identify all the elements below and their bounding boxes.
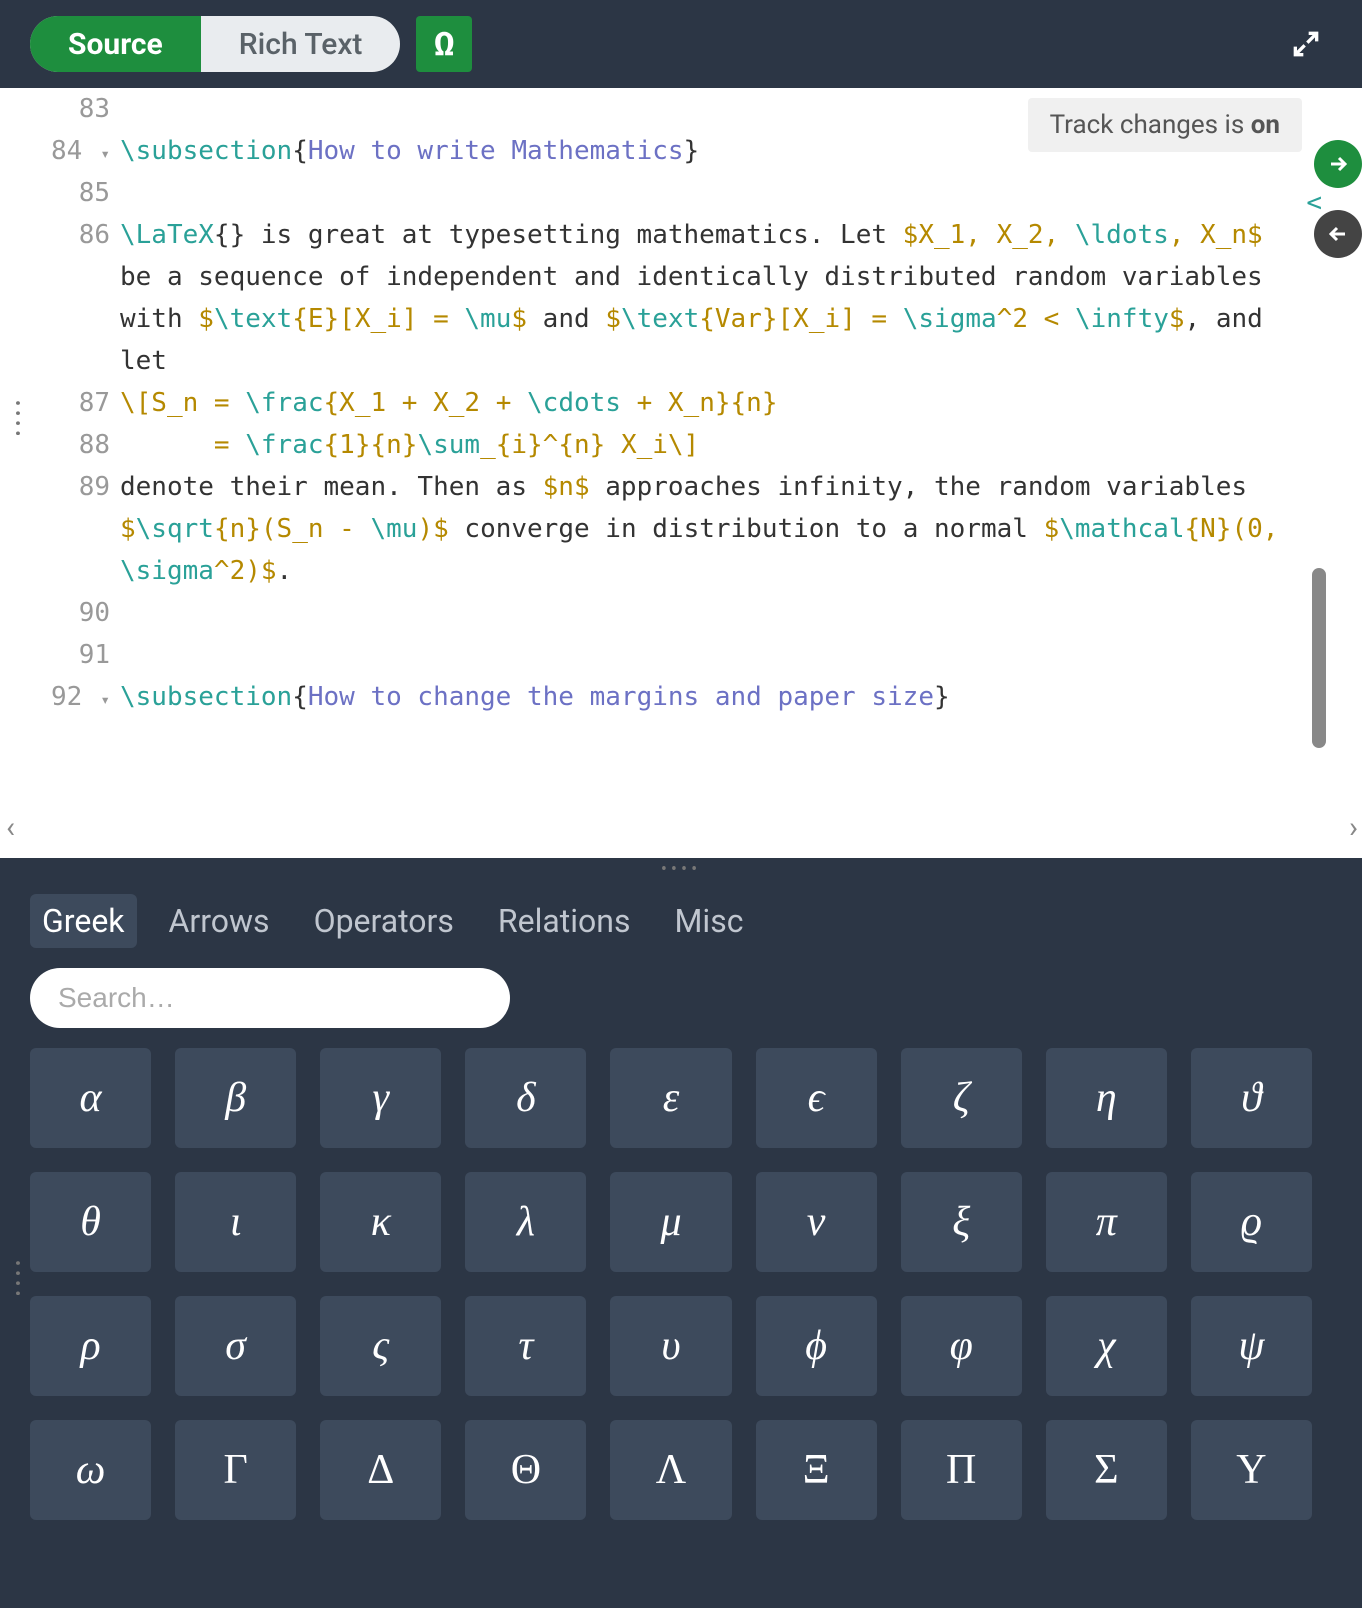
editor-toolbar: Source Rich Text Ω: [0, 0, 1362, 88]
symbol-η[interactable]: η: [1046, 1048, 1167, 1148]
symbol-φ[interactable]: φ: [901, 1296, 1022, 1396]
code-line[interactable]: [120, 634, 1302, 676]
symbol-ε[interactable]: ε: [610, 1048, 731, 1148]
line-number: 91: [0, 634, 110, 676]
symbol-grid: αβγδεϵζηϑ θικλμνξπϱ ρσςτυϕφχψ ωΓΔΘΛΞΠΣΥ: [30, 1048, 1332, 1520]
line-number: 83: [0, 88, 110, 130]
code-content[interactable]: \subsection{How to write Mathematics} \L…: [120, 88, 1362, 858]
line-number: 86: [0, 214, 110, 382]
code-editor[interactable]: 8384 ▾8586878889909192 ▾ \subsection{How…: [0, 88, 1362, 858]
symbol-β[interactable]: β: [175, 1048, 296, 1148]
next-change-icon[interactable]: [1314, 140, 1362, 188]
symbol-Π[interactable]: Π: [901, 1420, 1022, 1520]
code-line[interactable]: denote their mean. Then as $n$ approache…: [120, 466, 1302, 592]
vertical-drag-handle-icon[interactable]: ••••: [6, 400, 27, 440]
symbol-category-tabs: Greek Arrows Operators Relations Misc: [30, 880, 1332, 958]
prev-change-icon[interactable]: [1314, 210, 1362, 258]
symbol-ν[interactable]: ν: [756, 1172, 877, 1272]
symbol-δ[interactable]: δ: [465, 1048, 586, 1148]
symbol-ζ[interactable]: ζ: [901, 1048, 1022, 1148]
panel-collapse-left-icon[interactable]: ‹: [6, 810, 15, 845]
code-line[interactable]: \subsection{How to change the margins an…: [120, 676, 1302, 718]
symbol-Λ[interactable]: Λ: [610, 1420, 731, 1520]
symbol-ρ[interactable]: ρ: [30, 1296, 151, 1396]
symbol-π[interactable]: π: [1046, 1172, 1167, 1272]
symbol-σ[interactable]: σ: [175, 1296, 296, 1396]
symbol-ι[interactable]: ι: [175, 1172, 296, 1272]
vertical-drag-handle-icon[interactable]: ••••: [6, 1260, 27, 1300]
symbol-τ[interactable]: τ: [465, 1296, 586, 1396]
symbol-κ[interactable]: κ: [320, 1172, 441, 1272]
symbol-γ[interactable]: γ: [320, 1048, 441, 1148]
symbol-Γ[interactable]: Γ: [175, 1420, 296, 1520]
symbol-α[interactable]: α: [30, 1048, 151, 1148]
symbol-θ[interactable]: θ: [30, 1172, 151, 1272]
line-number: 85: [0, 172, 110, 214]
code-line[interactable]: \[S_n = \frac{X_1 + X_2 + \cdots + X_n}{…: [120, 382, 1302, 424]
symbol-Σ[interactable]: Σ: [1046, 1420, 1167, 1520]
editor-scrollbar-thumb[interactable]: [1312, 568, 1326, 748]
code-line[interactable]: [120, 592, 1302, 634]
symbol-tab-arrows[interactable]: Arrows: [157, 894, 282, 948]
rich-text-tab[interactable]: Rich Text: [201, 16, 401, 72]
symbol-ω[interactable]: ω: [30, 1420, 151, 1520]
symbol-search-input[interactable]: [30, 968, 510, 1028]
track-changes-label: Track changes is: [1050, 110, 1251, 140]
symbol-palette-button[interactable]: Ω: [416, 16, 472, 72]
symbol-ξ[interactable]: ξ: [901, 1172, 1022, 1272]
symbol-ϕ[interactable]: ϕ: [756, 1296, 877, 1396]
source-tab[interactable]: Source: [30, 16, 201, 72]
symbol-λ[interactable]: λ: [465, 1172, 586, 1272]
symbol-υ[interactable]: υ: [610, 1296, 731, 1396]
horizontal-drag-handle-icon[interactable]: ••••: [0, 858, 1362, 880]
symbol-χ[interactable]: χ: [1046, 1296, 1167, 1396]
line-number: 90: [0, 592, 110, 634]
symbol-ϵ[interactable]: ϵ: [756, 1048, 877, 1148]
symbol-panel: Greek Arrows Operators Relations Misc αβγδεϵ…: [0, 880, 1362, 1608]
symbol-ϱ[interactable]: ϱ: [1191, 1172, 1312, 1272]
code-line[interactable]: \LaTeX{} is great at typesetting mathema…: [120, 214, 1302, 382]
symbol-tab-misc[interactable]: Misc: [662, 894, 755, 948]
code-line[interactable]: [120, 172, 1302, 214]
symbol-tab-relations[interactable]: Relations: [486, 894, 643, 948]
symbol-Δ[interactable]: Δ: [320, 1420, 441, 1520]
symbol-ϑ[interactable]: ϑ: [1191, 1048, 1312, 1148]
panel-collapse-right-icon[interactable]: ›: [1349, 810, 1358, 845]
symbol-tab-operators[interactable]: Operators: [302, 894, 466, 948]
line-number-gutter: 8384 ▾8586878889909192 ▾: [0, 88, 120, 858]
line-number: 89: [0, 466, 110, 592]
view-mode-switcher: Source Rich Text: [30, 16, 400, 72]
track-changes-badge[interactable]: Track changes is on: [1028, 98, 1302, 152]
symbol-Θ[interactable]: Θ: [465, 1420, 586, 1520]
line-number: 84 ▾: [0, 130, 110, 172]
symbol-ς[interactable]: ς: [320, 1296, 441, 1396]
symbol-μ[interactable]: μ: [610, 1172, 731, 1272]
collapse-chevron-icon[interactable]: <: [1306, 188, 1322, 218]
symbol-tab-greek[interactable]: Greek: [30, 894, 137, 948]
symbol-ψ[interactable]: ψ: [1191, 1296, 1312, 1396]
symbol-Ξ[interactable]: Ξ: [756, 1420, 877, 1520]
line-number: 92 ▾: [0, 676, 110, 718]
expand-icon[interactable]: [1290, 28, 1322, 64]
symbol-Υ[interactable]: Υ: [1191, 1420, 1312, 1520]
code-line[interactable]: = \frac{1}{n}\sum_{i}^{n} X_i\]: [120, 424, 1302, 466]
track-changes-state: on: [1251, 110, 1280, 140]
